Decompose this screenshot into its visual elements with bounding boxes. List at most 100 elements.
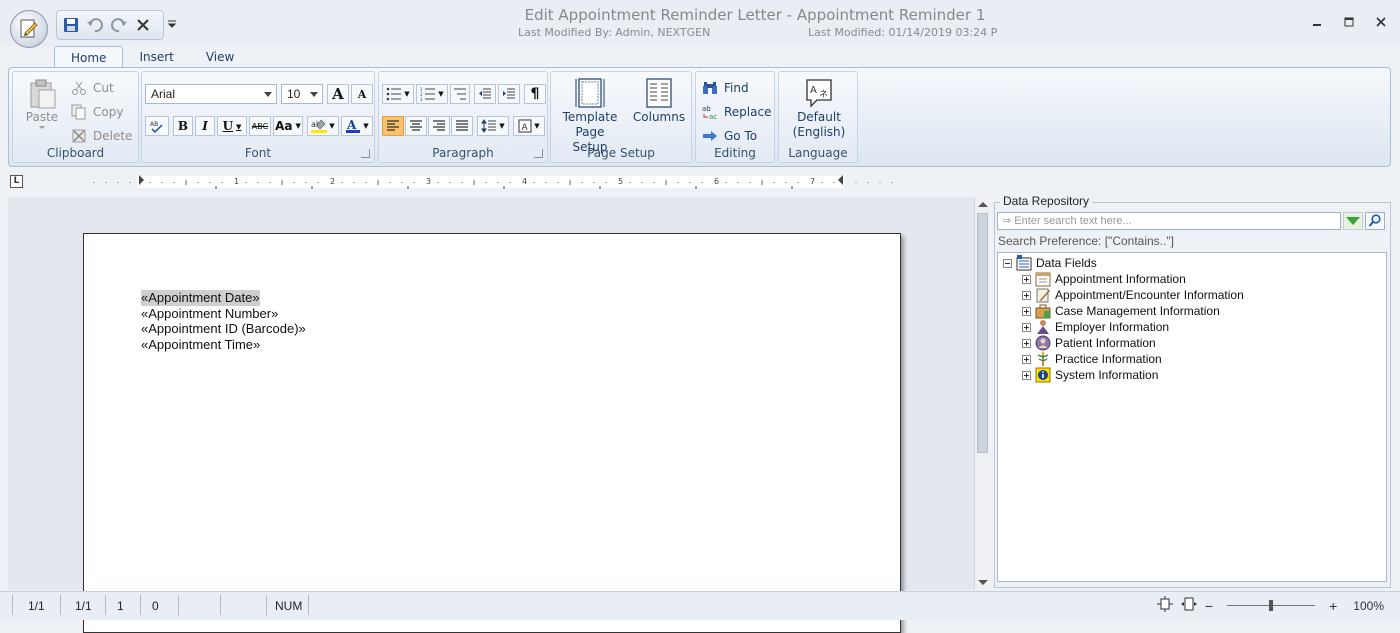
highlight-color-button[interactable]: ab ▼	[307, 116, 339, 136]
minimize-button[interactable]	[1308, 14, 1326, 30]
tab-insert[interactable]: Insert	[123, 46, 189, 68]
show-formatting-button[interactable]: ¶	[524, 84, 546, 104]
multilevel-list-button[interactable]	[450, 84, 470, 104]
tab-view[interactable]: View	[190, 46, 250, 68]
delete-icon	[72, 129, 86, 143]
justify-button[interactable]	[451, 116, 473, 136]
bullets-button[interactable]: ▼	[382, 84, 414, 104]
decrease-indent-button[interactable]	[474, 84, 496, 104]
merge-field-appointment-id[interactable]: «Appointment ID (Barcode)»	[141, 321, 306, 337]
maximize-button[interactable]	[1340, 14, 1358, 30]
decrease-indent-icon	[479, 88, 491, 99]
change-case-button[interactable]: Aa ▼	[273, 116, 303, 136]
collapse-icon[interactable]	[1003, 258, 1012, 268]
tree-item-practice-information[interactable]: Practice Information	[1022, 351, 1162, 367]
delete-button[interactable]: Delete	[71, 126, 132, 146]
zoom-out-button[interactable]: −	[1205, 598, 1213, 614]
tree-item-appointment-information[interactable]: Appointment Information	[1022, 271, 1186, 287]
tree-label: Practice Information	[1055, 352, 1162, 366]
shading-button[interactable]: A ▼	[513, 116, 545, 136]
paragraph-group: ▼ 123 ▼ ¶ ▼ A ▼ Paragraph	[378, 71, 548, 163]
fit-width-button[interactable]	[1180, 596, 1197, 615]
save-button[interactable]	[61, 15, 81, 35]
numbering-button[interactable]: 123 ▼	[416, 84, 448, 104]
spell-check-button[interactable]: AB	[145, 116, 169, 136]
document-page[interactable]: «Appointment Date» «Appointment Number» …	[83, 233, 901, 633]
font-size-select[interactable]: 10	[281, 84, 323, 104]
data-fields-tree: Data Fields Appointment Information Appo…	[997, 252, 1387, 582]
application-menu-button[interactable]	[10, 10, 48, 48]
expand-icon[interactable]	[1022, 290, 1031, 300]
search-button[interactable]	[1365, 212, 1385, 230]
replace-button[interactable]: ab ac Replace	[702, 102, 771, 122]
align-left-button[interactable]	[382, 116, 404, 136]
zoom-slider[interactable]	[1227, 600, 1316, 611]
font-size-value: 10	[287, 87, 301, 101]
template-page-setup-button[interactable]: Template Page Setup	[557, 76, 623, 155]
align-center-button[interactable]	[405, 116, 427, 136]
italic-button[interactable]: I	[195, 116, 215, 136]
caduceus-icon	[1035, 351, 1051, 367]
copy-icon	[71, 104, 86, 120]
copy-button[interactable]: Copy	[71, 102, 123, 122]
default-language-label-1: Default	[797, 110, 841, 124]
customize-toolbar-button[interactable]	[166, 16, 178, 32]
pilcrow-label: ¶	[530, 86, 540, 102]
columns-button[interactable]: Columns	[629, 76, 689, 125]
merge-field-appointment-number[interactable]: «Appointment Number»	[141, 306, 278, 322]
status-separator	[60, 595, 61, 615]
scroll-up-icon[interactable]	[978, 202, 988, 207]
goto-button[interactable]: Go To	[702, 126, 757, 146]
increase-indent-button[interactable]	[498, 84, 520, 104]
default-language-button[interactable]: Aネ Default (English)	[783, 76, 855, 140]
chevron-down-icon	[168, 20, 176, 28]
font-dialog-launcher[interactable]	[361, 149, 370, 158]
tree-item-appointment-encounter-information[interactable]: Appointment/Encounter Information	[1022, 287, 1244, 303]
scroll-down-icon[interactable]	[978, 580, 988, 585]
tree-item-employer-information[interactable]: Employer Information	[1022, 319, 1169, 335]
paste-button[interactable]: Paste	[21, 78, 63, 131]
tree-root-data-fields[interactable]: Data Fields	[1003, 255, 1097, 271]
bold-button[interactable]: B	[173, 116, 193, 136]
find-button[interactable]: Find	[702, 78, 749, 98]
grow-font-button[interactable]: A	[327, 84, 349, 104]
shrink-font-button[interactable]: A	[351, 84, 373, 104]
zoom-slider-thumb[interactable]	[1269, 600, 1274, 611]
expand-icon[interactable]	[1022, 274, 1031, 284]
strikethrough-button[interactable]: ABC	[249, 116, 271, 136]
tab-stop-selector[interactable]: L	[10, 175, 23, 188]
tree-item-patient-information[interactable]: Patient Information	[1022, 335, 1156, 351]
underline-button[interactable]: U ▼	[217, 116, 247, 136]
align-right-button[interactable]	[428, 116, 450, 136]
expand-icon[interactable]	[1022, 322, 1031, 332]
scrollbar-thumb[interactable]	[977, 213, 988, 453]
close-document-button[interactable]	[133, 15, 153, 35]
paragraph-dialog-launcher[interactable]	[534, 149, 543, 158]
tab-home[interactable]: Home	[54, 46, 124, 68]
window-controls	[1308, 14, 1390, 30]
svg-text:ac: ac	[709, 113, 717, 120]
document-scrollbar[interactable]	[974, 197, 990, 590]
fit-whole-page-button[interactable]	[1156, 596, 1173, 615]
undo-button[interactable]	[85, 15, 105, 35]
redo-button[interactable]	[109, 15, 129, 35]
merge-field-appointment-time[interactable]: «Appointment Time»	[141, 337, 260, 353]
expand-icon[interactable]	[1022, 354, 1031, 364]
close-window-button[interactable]	[1372, 14, 1390, 30]
expand-icon[interactable]	[1022, 370, 1031, 380]
search-options-button[interactable]	[1343, 212, 1363, 230]
font-family-select[interactable]: Arial	[145, 84, 277, 104]
line-spacing-button[interactable]: ▼	[477, 116, 509, 136]
font-color-button[interactable]: A ▼	[341, 116, 373, 136]
merge-field-appointment-date[interactable]: «Appointment Date»	[141, 290, 260, 306]
expand-icon[interactable]	[1022, 306, 1031, 316]
repository-search-input[interactable]: ⇒ Enter search text here...	[997, 212, 1341, 230]
expand-icon[interactable]	[1022, 338, 1031, 348]
clipboard-pen-icon	[1035, 287, 1051, 303]
tree-item-system-information[interactable]: System Information	[1022, 367, 1158, 383]
template-page-setup-label-1: Template	[562, 110, 618, 124]
cut-button[interactable]: Cut	[71, 78, 114, 98]
zoom-in-button[interactable]: +	[1329, 598, 1337, 614]
tree-item-case-management-information[interactable]: Case Management Information	[1022, 303, 1220, 319]
horizontal-ruler[interactable]: 1 2 3 4 5 6 7	[86, 175, 900, 189]
